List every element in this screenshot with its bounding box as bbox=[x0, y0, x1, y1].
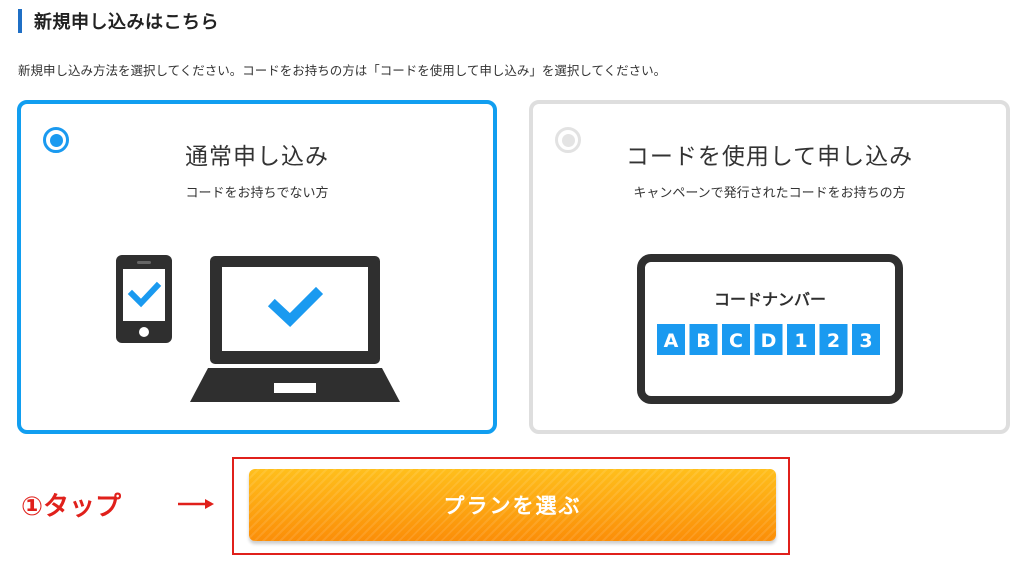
code-char: D bbox=[761, 330, 777, 352]
code-char: 2 bbox=[827, 330, 840, 352]
tap-annotation: ①タップ bbox=[21, 492, 122, 522]
option-card-code[interactable]: コードを使用して申し込み キャンペーンで発行されたコードをお持ちの方 コードナン… bbox=[529, 100, 1010, 434]
option-subtitle-code: キャンペーンで発行されたコードをお持ちの方 bbox=[633, 186, 906, 201]
option-title-code: コードを使用して申し込み bbox=[625, 144, 914, 170]
smartphone-check-icon bbox=[116, 255, 172, 343]
code-char: B bbox=[696, 330, 710, 352]
code-card-icon: コードナンバー ABCD123 bbox=[637, 254, 903, 404]
section-title: 新規申し込みはこちら bbox=[34, 12, 219, 33]
code-char: C bbox=[729, 330, 743, 352]
option-title-normal: 通常申し込み bbox=[185, 144, 329, 170]
option-card-normal[interactable]: 通常申し込み コードをお持ちでない方 bbox=[17, 100, 497, 434]
code-number-label: コードナンバー bbox=[714, 290, 826, 309]
right-arrow-icon bbox=[178, 499, 214, 509]
heading-accent-bar bbox=[18, 9, 22, 33]
section-heading: 新規申し込みはこちら bbox=[18, 8, 219, 34]
code-char: 1 bbox=[794, 330, 807, 352]
choose-plan-button[interactable]: プランを選ぶ bbox=[249, 469, 776, 541]
option-subtitle-normal: コードをお持ちでない方 bbox=[185, 186, 329, 201]
code-char: 3 bbox=[859, 330, 872, 352]
section-description: 新規申し込み方法を選択してください。コードをお持ちの方は「コードを使用して申し込… bbox=[18, 63, 667, 78]
laptop-check-icon bbox=[190, 256, 400, 402]
code-char: A bbox=[664, 330, 679, 352]
